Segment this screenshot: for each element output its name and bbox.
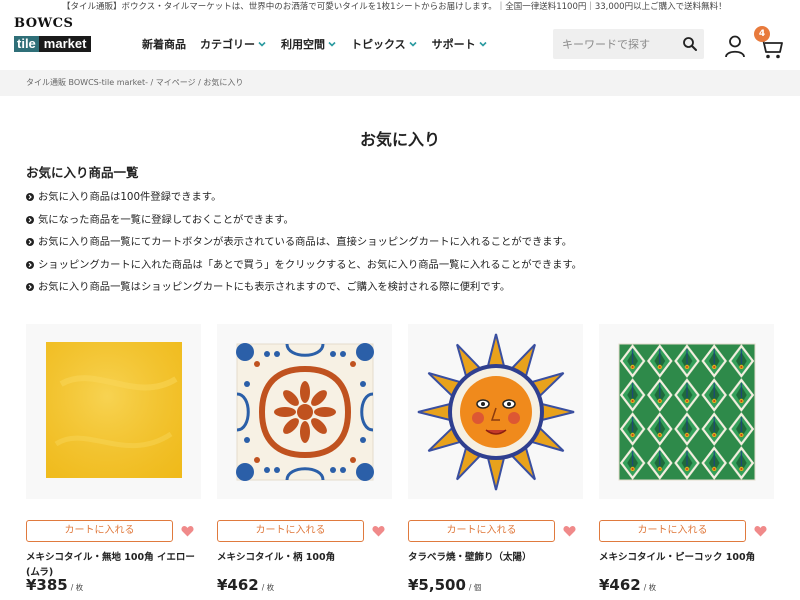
cart-count-badge: 4 (754, 26, 770, 42)
nav-space[interactable]: 利用空間 (281, 36, 337, 52)
chevron-down-icon (409, 41, 417, 47)
nav-topics[interactable]: トピックス (351, 36, 418, 52)
logo-word-market: market (38, 36, 92, 52)
nav-label: カテゴリー (200, 38, 255, 51)
announcement-bar: 【タイル通販】ボウクス・タイルマーケットは、世界中のお洒落で可愛いタイルを1枚1… (62, 2, 727, 12)
note-text: お気に入り商品一覧はショッピングカートにも表示されますので、ご購入を検討される際… (38, 281, 511, 294)
bullet-arrow-icon (26, 260, 34, 269)
favorites-product-grid: カートに入れる メキシコタイル・無地 100角 イエロー(ムラ) ¥385/ 枚 (26, 324, 786, 600)
heart-icon[interactable] (372, 525, 385, 537)
price-unit: / 枚 (70, 583, 84, 592)
favorites-notes-list: お気に入り商品は100件登録できます。 気になった商品を一覧に登録しておくことが… (26, 190, 582, 303)
note-item: お気に入り商品は100件登録できます。 (26, 190, 582, 213)
search-input[interactable] (553, 29, 677, 59)
nav-category[interactable]: カテゴリー (200, 36, 267, 52)
product-card: カートに入れる メキシコタイル・無地 100角 イエロー(ムラ) ¥385/ 枚 (26, 324, 201, 600)
breadcrumb-home[interactable]: タイル通販 BOWCS-tile market- (26, 78, 148, 87)
product-price: ¥5,500/ 個 (408, 576, 481, 594)
product-card: カートに入れる メキシコタイル・ピーコック 100角 ¥462/ 枚 (599, 324, 774, 600)
section-title: お気に入り商品一覧 (26, 165, 139, 180)
heart-icon[interactable] (563, 525, 576, 537)
product-name[interactable]: メキシコタイル・ピーコック 100角 (599, 550, 777, 565)
chevron-down-icon (479, 41, 487, 47)
price-unit: / 個 (468, 583, 482, 592)
main-nav: 新着商品 カテゴリー 利用空間 トピックス サポート (142, 36, 488, 52)
sun-ornament-image (408, 324, 583, 499)
product-card: カートに入れる メキシコタイル・柄 100角 ¥462/ 枚 (217, 324, 392, 600)
note-text: ショッピングカートに入れた商品は「あとで買う」をクリックすると、お気に入り商品一… (38, 258, 582, 271)
nav-label: 新着商品 (142, 38, 186, 51)
note-item: お気に入り商品一覧はショッピングカートにも表示されますので、ご購入を検討される際… (26, 280, 582, 303)
product-image[interactable] (217, 324, 392, 499)
product-price: ¥385/ 枚 (26, 576, 83, 594)
add-to-cart-button[interactable]: カートに入れる (599, 520, 746, 542)
bullet-arrow-icon (26, 193, 34, 201)
note-text: お気に入り商品一覧にてカートボタンが表示されている商品は、直接ショッピングカート… (38, 236, 573, 249)
nav-new-items[interactable]: 新着商品 (142, 36, 186, 52)
product-price: ¥462/ 枚 (217, 576, 274, 594)
note-item: お気に入り商品一覧にてカートボタンが表示されている商品は、直接ショッピングカート… (26, 235, 582, 258)
logo-wordmark: tile market (14, 36, 92, 52)
chevron-down-icon (328, 41, 336, 47)
heart-icon[interactable] (754, 525, 767, 537)
nav-label: 利用空間 (281, 38, 325, 51)
search-icon[interactable] (682, 36, 698, 52)
page-title: お気に入り (359, 130, 440, 149)
product-image[interactable] (599, 324, 774, 499)
add-to-cart-button[interactable]: カートに入れる (217, 520, 364, 542)
breadcrumb-bar: タイル通販 BOWCS-tile market- / マイページ / お気に入り (0, 70, 800, 96)
add-to-cart-button[interactable]: カートに入れる (26, 520, 173, 542)
chevron-down-icon (258, 41, 266, 47)
price-unit: / 枚 (643, 583, 657, 592)
bullet-arrow-icon (26, 283, 34, 292)
price-unit: / 枚 (261, 583, 275, 592)
logo-brand-text: BOWCS (14, 16, 74, 31)
price-value: ¥462 (599, 576, 641, 594)
product-card: カートに入れる タラベラ焼・壁飾り（太陽） ¥5,500/ 個 (408, 324, 583, 600)
product-price: ¥462/ 枚 (599, 576, 656, 594)
site-header: BOWCS tile market 新着商品 カテゴリー 利用空間 トピックス … (0, 14, 800, 70)
search-box (553, 29, 704, 59)
product-name[interactable]: メキシコタイル・柄 100角 (217, 550, 395, 565)
product-image[interactable] (26, 324, 201, 499)
add-to-cart-button[interactable]: カートに入れる (408, 520, 555, 542)
nav-label: トピックス (351, 38, 406, 51)
price-value: ¥462 (217, 576, 259, 594)
note-item: ショッピングカートに入れた商品は「あとで買う」をクリックすると、お気に入り商品一… (26, 258, 582, 281)
price-value: ¥5,500 (408, 576, 466, 594)
flower-tile-image (217, 324, 392, 499)
note-text: 気になった商品を一覧に登録しておくことができます。 (38, 213, 294, 226)
note-item: 気になった商品を一覧に登録しておくことができます。 (26, 213, 582, 236)
breadcrumb-mypage[interactable]: マイページ (156, 78, 196, 87)
breadcrumb-separator: / (147, 78, 156, 87)
peacock-tile-image (599, 324, 774, 499)
bullet-arrow-icon (26, 215, 34, 224)
site-logo[interactable]: BOWCS tile market (14, 16, 122, 56)
nav-support[interactable]: サポート (432, 36, 488, 52)
user-account-icon[interactable] (723, 34, 747, 58)
breadcrumb: タイル通販 BOWCS-tile market- / マイページ / お気に入り (26, 70, 243, 96)
nav-label: サポート (431, 38, 476, 51)
note-text: お気に入り商品は100件登録できます。 (38, 191, 222, 203)
product-name[interactable]: タラベラ焼・壁飾り（太陽） (408, 550, 586, 565)
product-image[interactable] (408, 324, 583, 499)
breadcrumb-current: お気に入り (203, 78, 244, 87)
yellow-tile-image (26, 324, 201, 499)
heart-icon[interactable] (181, 525, 194, 537)
logo-word-tile: tile (14, 36, 39, 52)
bullet-arrow-icon (26, 238, 34, 247)
price-value: ¥385 (26, 576, 68, 594)
